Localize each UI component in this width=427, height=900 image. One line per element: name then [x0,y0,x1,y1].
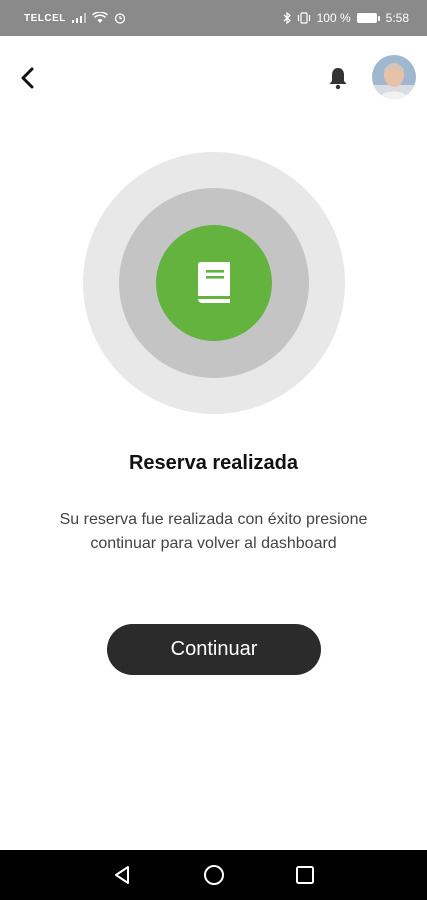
success-illustration [83,152,345,414]
triangle-back-icon [115,866,129,884]
square-recents-icon [296,866,314,884]
nav-back-button[interactable] [110,863,134,887]
chevron-left-icon [21,67,34,89]
notifications-button[interactable] [322,62,354,94]
bluetooth-icon [283,12,291,24]
circle-home-icon [204,865,224,885]
wifi-icon [91,12,108,24]
nav-home-button[interactable] [202,863,226,887]
status-bar: TELCEL 100 % 5:58 [0,0,427,36]
status-left: TELCEL [24,12,126,24]
avatar[interactable] [372,55,416,99]
alarm-icon [114,12,126,24]
system-nav-bar [0,850,427,900]
vibrate-icon [297,12,311,24]
status-right: 100 % 5:58 [283,11,409,25]
app-header [0,36,427,120]
user-avatar-icon [372,55,416,99]
confirmation-title: Reserva realizada [128,452,298,474]
back-button[interactable] [12,62,44,94]
signal-icon [71,13,86,23]
book-icon [198,262,230,303]
carrier-name: TELCEL [24,12,66,24]
status-time: 5:58 [385,11,409,25]
message-line-1: Su reserva fue realizada con éxito presi… [59,511,368,528]
inner-circle [156,225,272,341]
confirmation-message: Su reserva fue realizada con éxito presi… [20,508,407,556]
nav-recents-button[interactable] [293,863,317,887]
battery-percent: 100 % [316,11,351,25]
continue-button[interactable]: Continuar [107,624,321,675]
message-line-2: continuar para volver al dashboard [90,535,337,552]
battery-icon [356,13,380,23]
bell-icon [329,68,347,90]
